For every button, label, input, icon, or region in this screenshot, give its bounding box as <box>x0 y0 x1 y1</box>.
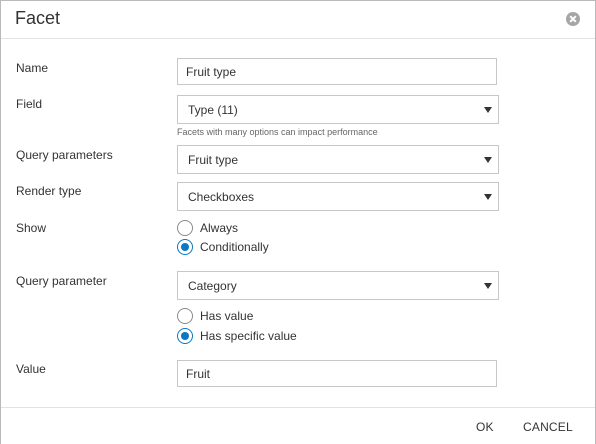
value-label: Value <box>16 362 46 376</box>
show-always-label: Always <box>200 221 239 235</box>
show-always-radio[interactable] <box>177 220 193 236</box>
value-input[interactable] <box>177 360 497 387</box>
field-select[interactable]: Type (11) <box>177 95 499 124</box>
query-parameters-select[interactable]: Fruit type <box>177 145 499 174</box>
has-value-radio[interactable] <box>177 308 193 324</box>
field-label: Field <box>16 97 43 111</box>
query-parameter-label: Query parameter <box>16 274 107 288</box>
name-input[interactable] <box>177 58 497 85</box>
field-hint: Facets with many options can impact perf… <box>177 127 378 137</box>
query-parameter-select-value: Category <box>188 279 237 293</box>
query-parameters-select-value: Fruit type <box>188 153 239 167</box>
dialog-header: Facet <box>1 1 595 39</box>
chevron-down-icon <box>484 107 492 113</box>
field-select-value: Type (11) <box>188 103 238 117</box>
cancel-button[interactable]: CANCEL <box>523 420 573 434</box>
dialog-footer: OK CANCEL <box>1 407 595 444</box>
render-type-select[interactable]: Checkboxes <box>177 182 499 211</box>
close-icon[interactable] <box>566 12 580 26</box>
has-specific-value-radio[interactable] <box>177 328 193 344</box>
render-type-label: Render type <box>16 184 82 198</box>
has-value-label: Has value <box>200 309 254 323</box>
show-conditionally-radio[interactable] <box>177 239 193 255</box>
show-label: Show <box>16 221 47 235</box>
name-label: Name <box>16 61 49 75</box>
render-type-select-value: Checkboxes <box>188 190 255 204</box>
chevron-down-icon <box>484 283 492 289</box>
dialog-title: Facet <box>15 8 61 28</box>
show-conditionally-label: Conditionally <box>200 240 269 254</box>
has-specific-value-label: Has specific value <box>200 329 297 343</box>
chevron-down-icon <box>484 157 492 163</box>
facet-dialog: Facet Name Field Type (11) Facets with m… <box>0 0 596 444</box>
chevron-down-icon <box>484 194 492 200</box>
query-parameters-label: Query parameters <box>16 148 113 162</box>
query-parameter-select[interactable]: Category <box>177 271 499 300</box>
ok-button[interactable]: OK <box>476 420 494 434</box>
